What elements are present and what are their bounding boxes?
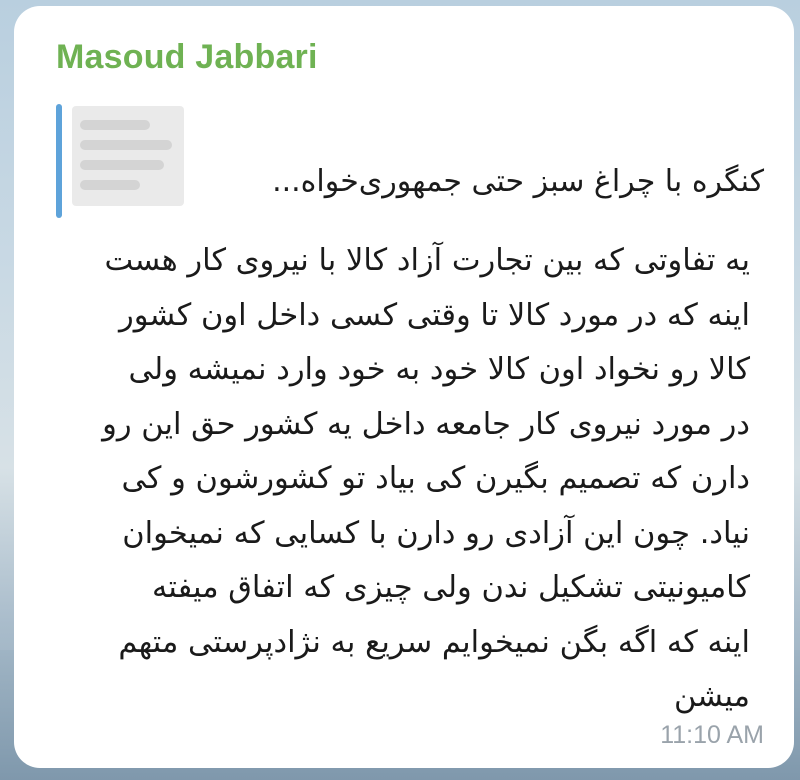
message-text: یه تفاوتی که بین تجارت آزاد کالا با نیرو… [20, 234, 750, 725]
message-line: نیاد. چون این آزادی رو دارن با کسایی که … [122, 515, 750, 551]
message-bubble[interactable]: Masoud Jabbari کنگره با چراغ سبز حتی جمه… [14, 6, 794, 768]
sender-name[interactable]: Masoud Jabbari [56, 38, 318, 77]
reply-bar [56, 104, 62, 218]
message-line: در مورد نیروی کار جامعه داخل یه کشور حق … [102, 406, 750, 442]
message-line: اینه که در مورد کالا تا وقتی کسی داخل او… [119, 297, 750, 333]
reply-quote[interactable]: کنگره با چراغ سبز حتی جمهوری‌خواه... [54, 104, 774, 220]
message-timestamp: 11:10 AM [660, 721, 764, 749]
message-line: کامیونیتی تشکیل ندن ولی چیزی که اتفاق می… [152, 570, 750, 605]
message-line: میشن [674, 679, 750, 714]
message-line: یه تفاوتی که بین تجارت آزاد کالا با نیرو… [104, 243, 751, 278]
message-line: اینه که اگه بگن نمیخوایم سریع به نژادپرس… [118, 624, 750, 660]
message-line: دارن که تصمیم بگیرن کی بیاد تو کشورشون و… [121, 461, 751, 496]
reply-thumbnail [72, 106, 184, 206]
reply-quoted-text: کنگره با چراغ سبز حتی جمهوری‌خواه... [272, 164, 764, 199]
message-line: کالا رو نخواد اون کالا خود به خود وارد ن… [128, 352, 750, 387]
